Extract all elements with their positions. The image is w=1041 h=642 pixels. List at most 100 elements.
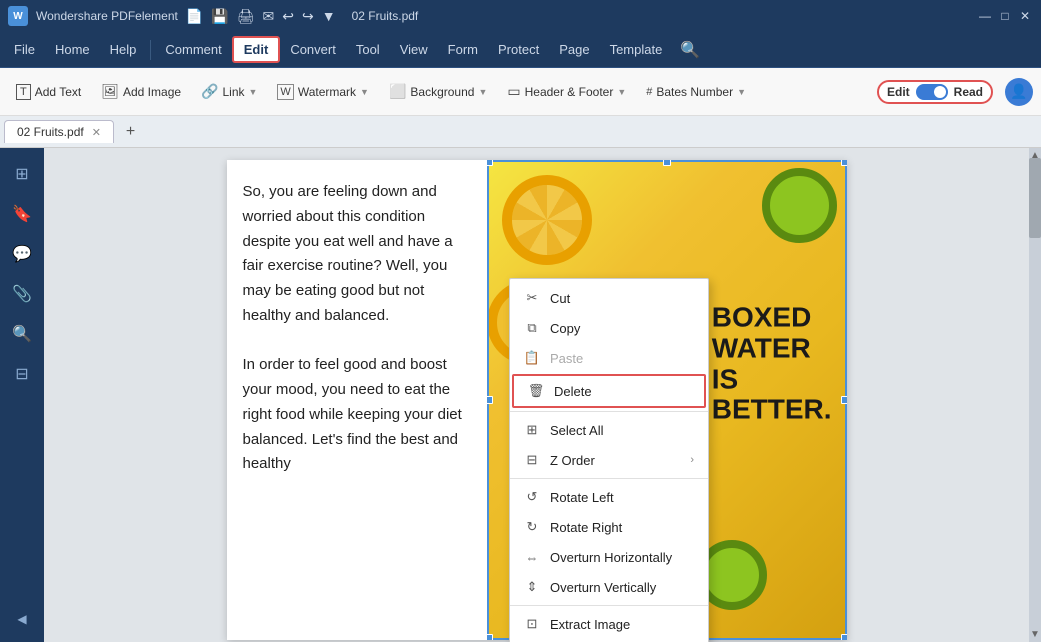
ctx-paste[interactable]: 📋 Paste <box>510 343 708 373</box>
minimize-button[interactable]: — <box>977 8 993 24</box>
menu-home[interactable]: Home <box>45 38 100 61</box>
ctx-extract-image[interactable]: ⊡ Extract Image <box>510 609 708 639</box>
ctx-rotate-left-label: Rotate Left <box>550 490 614 505</box>
toggle-switch[interactable] <box>916 84 948 100</box>
fruit-circle-2 <box>762 168 837 243</box>
content-area: So, you are feeling down and worried abo… <box>44 148 1041 642</box>
bates-number-label: Bates Number <box>656 85 733 99</box>
sidebar-search[interactable]: 🔍 <box>4 316 40 352</box>
link-chevron: ▼ <box>249 87 258 97</box>
extract-image-icon: ⊡ <box>524 616 540 632</box>
menu-tool[interactable]: Tool <box>346 38 390 61</box>
maximize-button[interactable]: □ <box>997 8 1013 24</box>
sidebar-layers[interactable]: ⊟ <box>4 356 40 392</box>
ctx-cut[interactable]: ✂ Cut <box>510 283 708 313</box>
ctx-rotate-left[interactable]: ↺ Rotate Left <box>510 482 708 512</box>
watermark-chevron: ▼ <box>360 87 369 97</box>
header-footer-button[interactable]: ▭ Header & Footer ▼ <box>499 79 634 104</box>
file-name: 02 Fruits.pdf <box>352 9 419 23</box>
ctx-delete-label: Delete <box>554 384 592 399</box>
ctx-delete[interactable]: 🗑 Delete <box>512 374 706 408</box>
menu-view[interactable]: View <box>390 38 438 61</box>
toolbar: T Add Text 🖼 Add Image 🔗 Link ▼ W Waterm… <box>0 68 1041 116</box>
watermark-button[interactable]: W Watermark ▼ <box>269 80 377 104</box>
ctx-rotate-right-label: Rotate Right <box>550 520 622 535</box>
save-icon[interactable]: 💾 <box>211 8 228 25</box>
ctx-z-order[interactable]: ⊟ Z Order › <box>510 445 708 475</box>
more-icon[interactable]: ▼ <box>322 8 336 24</box>
right-scrollbar[interactable]: ▲ ▼ <box>1029 148 1041 642</box>
sidebar-bookmark[interactable]: 🔖 <box>4 196 40 232</box>
overturn-v-icon: ⇕ <box>524 579 540 595</box>
read-label: Read <box>954 85 983 99</box>
ctx-extract-image-label: Extract Image <box>550 617 630 632</box>
boxed-water-text: BOXED WATER IS BETTER. <box>712 303 832 426</box>
pdf-text-column: So, you are feeling down and worried abo… <box>227 160 487 640</box>
ctx-separator-3 <box>510 605 708 606</box>
link-button[interactable]: 🔗 Link ▼ <box>193 79 265 104</box>
bates-number-button[interactable]: # Bates Number ▼ <box>638 81 754 103</box>
close-button[interactable]: ✕ <box>1017 8 1033 24</box>
boxed-water-line1: BOXED <box>712 303 832 334</box>
add-image-label: Add Image <box>123 85 181 99</box>
background-button[interactable]: ⬜ Background ▼ <box>381 79 495 104</box>
ctx-cut-label: Cut <box>550 291 570 306</box>
sidebar-attachment[interactable]: 📎 <box>4 276 40 312</box>
left-sidebar: ⊞ 🔖 💬 📎 🔍 ⊟ ◀ <box>0 148 44 642</box>
menu-help[interactable]: Help <box>100 38 147 61</box>
sidebar-pages[interactable]: ⊞ <box>4 156 40 192</box>
header-footer-label: Header & Footer <box>525 85 614 99</box>
bates-number-icon: # <box>646 86 652 98</box>
boxed-water-line4: BETTER. <box>712 395 832 426</box>
bates-number-chevron: ▼ <box>737 87 746 97</box>
app-name: Wondershare PDFelement <box>36 9 178 23</box>
sidebar-collapse[interactable]: ◀ <box>17 612 26 634</box>
ctx-overturn-v[interactable]: ⇕ Overturn Vertically <box>510 572 708 602</box>
ctx-overturn-h[interactable]: ⇔ Overturn Horizontally <box>510 542 708 572</box>
ctx-rotate-right[interactable]: ↻ Rotate Right <box>510 512 708 542</box>
background-icon: ⬜ <box>389 83 406 100</box>
menu-protect[interactable]: Protect <box>488 38 549 61</box>
menu-form[interactable]: Form <box>438 38 488 61</box>
cut-icon: ✂ <box>524 290 540 306</box>
tab-fruits[interactable]: 02 Fruits.pdf ✕ <box>4 120 114 143</box>
copy-icon: ⧉ <box>524 320 540 336</box>
menu-separator-1 <box>150 40 151 60</box>
menu-edit[interactable]: Edit <box>232 36 281 63</box>
add-image-button[interactable]: 🖼 Add Image <box>93 79 189 104</box>
ctx-paste-label: Paste <box>550 351 583 366</box>
add-text-button[interactable]: T Add Text <box>8 80 89 104</box>
menu-template[interactable]: Template <box>600 38 673 61</box>
main-layout: ⊞ 🔖 💬 📎 🔍 ⊟ ◀ So, you are feeling down a… <box>0 148 1041 642</box>
menu-comment[interactable]: Comment <box>155 38 231 61</box>
ctx-separator-2 <box>510 478 708 479</box>
sidebar-comment[interactable]: 💬 <box>4 236 40 272</box>
add-text-icon: T <box>16 84 31 100</box>
ctx-select-all[interactable]: ⊞ Select All <box>510 415 708 445</box>
search-menu-icon[interactable]: 🔍 <box>680 40 700 60</box>
header-footer-icon: ▭ <box>507 83 520 100</box>
link-icon: 🔗 <box>201 83 218 100</box>
menu-convert[interactable]: Convert <box>280 38 346 61</box>
redo-icon[interactable]: ↪ <box>302 8 314 25</box>
user-avatar[interactable]: 👤 <box>1005 78 1033 106</box>
menu-file[interactable]: File <box>4 38 45 61</box>
ctx-copy-label: Copy <box>550 321 580 336</box>
fruit-circle-1 <box>502 175 592 265</box>
add-image-icon: 🖼 <box>101 83 119 100</box>
scroll-down-arrow[interactable]: ▼ <box>1029 627 1041 642</box>
email-icon[interactable]: ✉ <box>263 8 275 25</box>
tab-close-button[interactable]: ✕ <box>92 126 101 139</box>
print-icon[interactable]: 🖨 <box>237 8 255 25</box>
new-tab-button[interactable]: + <box>118 119 143 145</box>
menu-page[interactable]: Page <box>549 38 599 61</box>
title-bar: W Wondershare PDFelement 📄 💾 🖨 ✉ ↩ ↪ ▼ 0… <box>0 0 1041 32</box>
new-file-icon[interactable]: 📄 <box>186 8 203 25</box>
scrollbar-thumb[interactable] <box>1029 158 1041 238</box>
undo-icon[interactable]: ↩ <box>282 8 294 25</box>
edit-read-toggle[interactable]: Edit Read <box>877 80 993 104</box>
menu-bar: File Home Help Comment Edit Convert Tool… <box>0 32 1041 68</box>
background-label: Background <box>410 85 474 99</box>
ctx-copy[interactable]: ⧉ Copy <box>510 313 708 343</box>
ctx-overturn-v-label: Overturn Vertically <box>550 580 656 595</box>
